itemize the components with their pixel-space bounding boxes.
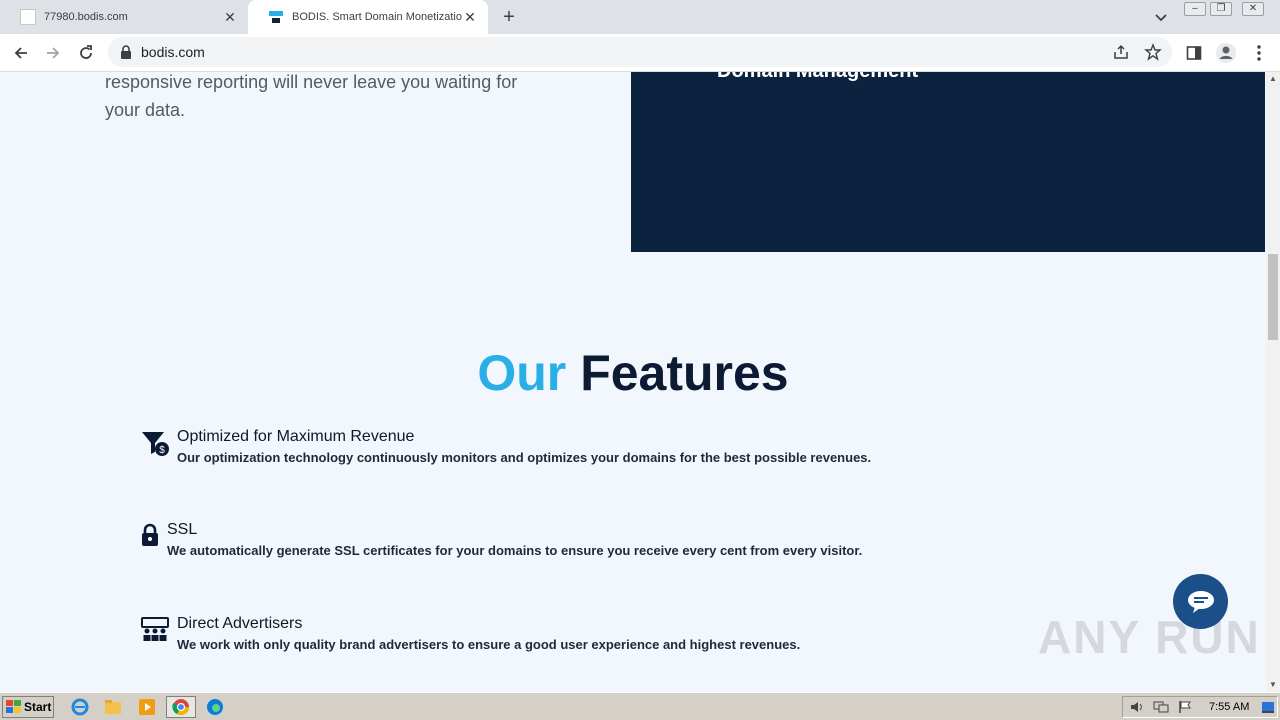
close-window-button[interactable]: ✕: [1242, 2, 1264, 16]
system-tray: 7:55 AM: [1122, 696, 1278, 718]
chat-bubble-icon: [1187, 590, 1214, 613]
kebab-menu-icon[interactable]: [1248, 42, 1270, 64]
bookmark-star-icon[interactable]: [1144, 43, 1162, 66]
features-heading: Our Features: [0, 344, 1266, 402]
reporting-paragraph: responsive reporting will never leave yo…: [105, 72, 518, 120]
start-button[interactable]: Start: [2, 696, 54, 718]
panel-title: Domain Management: [717, 72, 918, 83]
browser-toolbar: bodis.com: [0, 34, 1280, 72]
internet-explorer-icon[interactable]: [67, 696, 93, 718]
funnel-dollar-icon: $: [140, 430, 170, 458]
users-icon: [140, 617, 170, 645]
windows-logo-icon: [6, 700, 21, 713]
anyrun-watermark: ANY RUN: [1038, 611, 1261, 663]
bodis-logo-icon: [268, 9, 284, 25]
chrome-taskbar-icon[interactable]: [166, 696, 196, 718]
lock-icon[interactable]: [120, 45, 132, 64]
address-bar[interactable]: bodis.com: [108, 37, 1172, 67]
clock[interactable]: 7:55 AM: [1209, 701, 1249, 713]
tab-bodis-active[interactable]: BODIS. Smart Domain Monetization. ✕: [248, 0, 488, 34]
edge-icon[interactable]: [202, 696, 228, 718]
close-tab-icon[interactable]: ✕: [462, 9, 478, 25]
feature-description: Our optimization technology continuously…: [177, 450, 872, 465]
show-desktop-icon[interactable]: [1261, 700, 1275, 719]
share-icon[interactable]: [1112, 43, 1130, 66]
tab-title: 77980.bodis.com: [44, 11, 128, 23]
start-label: Start: [24, 700, 52, 714]
restore-button[interactable]: ❐: [1210, 2, 1232, 16]
lock-icon: [140, 523, 170, 551]
scroll-down-arrow-icon[interactable]: ▼: [1266, 678, 1280, 692]
features-heading-rest: Features: [580, 345, 789, 401]
back-arrow-icon[interactable]: [10, 42, 32, 64]
windows-taskbar: Start 7:55 AM: [0, 692, 1280, 720]
features-heading-accent: Our: [477, 345, 567, 401]
page-scrollbar[interactable]: ▲ ▼: [1266, 72, 1280, 692]
volume-icon[interactable]: [1129, 700, 1145, 719]
feature-description: We work with only quality brand advertis…: [177, 637, 801, 652]
blank-page-icon: [20, 9, 36, 25]
svg-text:$: $: [159, 445, 165, 456]
page-content: responsive reporting will never leave yo…: [0, 72, 1266, 692]
domain-management-panel: Domain Management: [631, 72, 1265, 252]
tab-title: BODIS. Smart Domain Monetization.: [292, 11, 462, 23]
feature-title: Optimized for Maximum Revenue: [177, 428, 415, 445]
file-explorer-icon[interactable]: [100, 696, 126, 718]
feature-description: We automatically generate SSL certificat…: [167, 543, 863, 558]
feature-title: SSL: [167, 521, 198, 538]
scroll-thumb[interactable]: [1268, 254, 1278, 340]
close-tab-icon[interactable]: ✕: [222, 9, 238, 25]
new-tab-button[interactable]: +: [498, 6, 520, 28]
network-icon[interactable]: [1153, 700, 1169, 719]
tab-strip: 77980.bodis.com ✕ BODIS. Smart Domain Mo…: [0, 0, 1280, 34]
tab-77980-bodis[interactable]: 77980.bodis.com ✕: [0, 0, 248, 34]
url-text[interactable]: bodis.com: [141, 44, 205, 60]
reload-icon[interactable]: [75, 42, 97, 64]
chat-button[interactable]: [1173, 574, 1228, 629]
forward-arrow-icon[interactable]: [42, 42, 64, 64]
tab-search-chevron-icon[interactable]: [1152, 8, 1170, 26]
side-panel-icon[interactable]: [1183, 42, 1205, 64]
profile-avatar-icon[interactable]: [1215, 42, 1237, 64]
feature-title: Direct Advertisers: [177, 615, 303, 632]
media-player-icon[interactable]: [134, 696, 160, 718]
scroll-up-arrow-icon[interactable]: ▲: [1266, 72, 1280, 86]
minimize-button[interactable]: –: [1184, 2, 1206, 16]
action-center-flag-icon[interactable]: [1178, 700, 1192, 719]
